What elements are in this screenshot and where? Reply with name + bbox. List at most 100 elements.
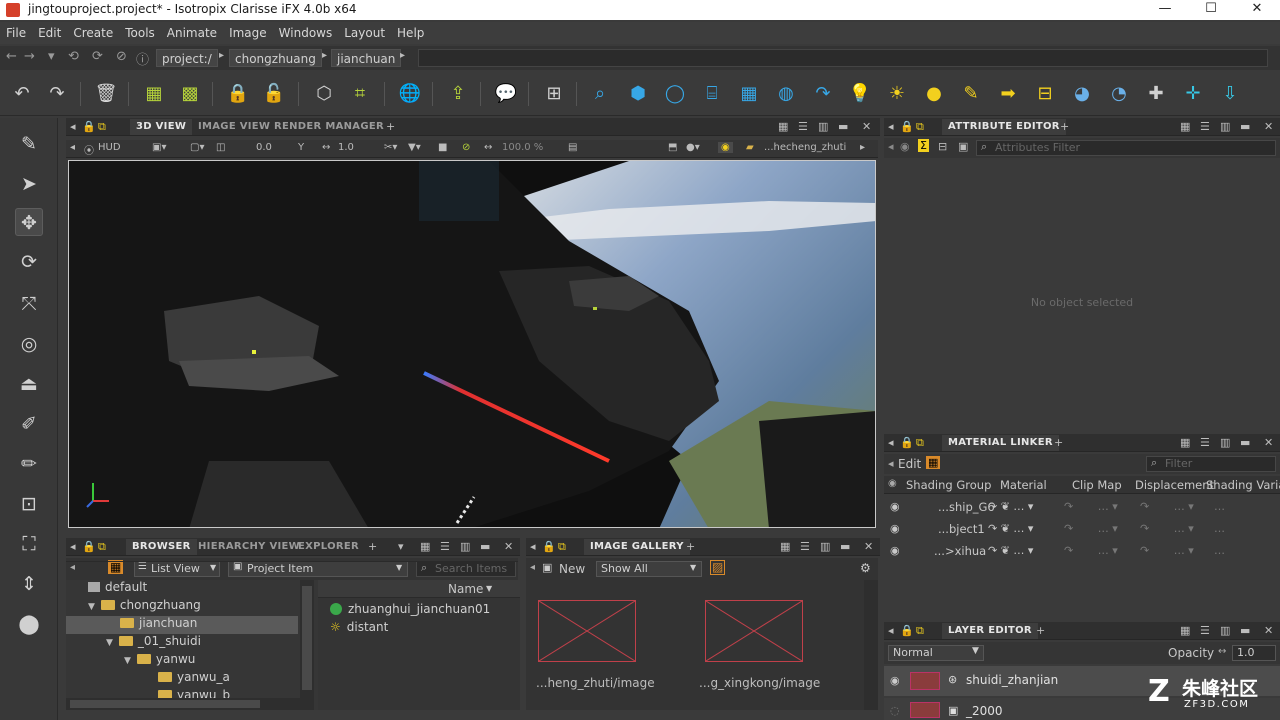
environment-light-icon[interactable]: ◕: [1070, 82, 1094, 106]
gallery-image-icon[interactable]: ▨: [710, 560, 726, 575]
render-dot-icon[interactable]: ●▾: [686, 142, 700, 153]
tree-node[interactable]: ▼ yanwu: [124, 652, 195, 670]
panel-menu-icon[interactable]: ◂: [888, 120, 894, 133]
light-bulb-icon[interactable]: 💡: [848, 82, 872, 106]
tree-node[interactable]: yanwu_a: [158, 670, 230, 688]
camera-view-icon[interactable]: ⬤: [15, 610, 43, 638]
layout-cols-icon[interactable]: ▥: [1220, 436, 1230, 449]
close-panel-icon[interactable]: ✕: [504, 540, 513, 553]
close-panel-icon[interactable]: ✕: [864, 540, 873, 553]
column-clip-map[interactable]: Clip Map: [1072, 478, 1122, 492]
picker-icon[interactable]: ✎: [15, 130, 43, 158]
tab-hierarchy-view[interactable]: HIERARCHY VIEW: [198, 541, 300, 552]
blend-mode-select[interactable]: Normal: [888, 645, 984, 661]
displacement-assign-icon[interactable]: ↷ … ▾: [1140, 522, 1194, 535]
eye-icon[interactable]: ◉: [890, 674, 900, 687]
panel-menu-icon[interactable]: ◂: [530, 540, 536, 553]
spot-light-icon[interactable]: ✎: [959, 82, 983, 106]
panel-lock-icon[interactable]: 🔒: [900, 120, 914, 133]
add-tab-icon[interactable]: +: [686, 540, 695, 553]
expand-arrow-icon[interactable]: ▼: [88, 602, 95, 612]
gallery-settings-icon[interactable]: ⚙: [860, 561, 871, 575]
panel-link-icon[interactable]: ⧉: [916, 436, 924, 450]
layer-name[interactable]: shuidi_zhanjian: [966, 673, 1058, 687]
displacement-assign-icon[interactable]: ↷ … ▾: [1140, 544, 1194, 557]
zoom-field[interactable]: 100.0 %: [502, 142, 543, 153]
folder-icon[interactable]: ▰: [746, 142, 754, 153]
tab-explorer[interactable]: EXPLORER: [298, 541, 359, 552]
paint-icon[interactable]: ✐: [15, 410, 43, 438]
camera-selector-icon[interactable]: ⬒: [668, 142, 677, 153]
curve-icon[interactable]: ↷: [811, 82, 835, 106]
camera-rig-icon[interactable]: ✚: [1144, 82, 1168, 106]
tab-render-manager[interactable]: RENDER MANAGER: [274, 121, 384, 132]
forward-icon[interactable]: →: [24, 49, 35, 64]
eye-icon[interactable]: ◌: [890, 704, 900, 717]
universal-manipulator-icon[interactable]: ◎: [15, 330, 43, 358]
add-locator-icon[interactable]: ✛: [1181, 82, 1205, 106]
panel-link-icon[interactable]: ⧉: [98, 540, 106, 554]
menu-image[interactable]: Image: [229, 26, 267, 40]
clip-map-assign-icon[interactable]: ↷ … ▾: [1064, 544, 1118, 557]
panel-link-icon[interactable]: ⧉: [916, 624, 924, 638]
close-panel-icon[interactable]: ✕: [1264, 120, 1273, 133]
brush-icon[interactable]: ✏: [15, 450, 43, 478]
tree-scrollbar-thumb[interactable]: [302, 586, 312, 690]
variable-assign-icon[interactable]: …: [1214, 544, 1225, 557]
name-column-header[interactable]: Name: [448, 582, 483, 596]
new-image-button[interactable]: New: [559, 562, 585, 576]
viewport-menu-icon[interactable]: ◂: [70, 142, 75, 153]
panel-link-icon[interactable]: ⧉: [558, 540, 566, 554]
panel-menu-icon[interactable]: ◂: [70, 120, 76, 133]
edit-menu-icon[interactable]: ◂: [888, 457, 894, 470]
add-tab-icon[interactable]: +: [1054, 436, 1063, 449]
opacity-field[interactable]: 1.0: [1232, 645, 1276, 661]
material-assign-icon[interactable]: ↷ ❦ … ▾: [988, 544, 1033, 557]
panel-link-icon[interactable]: ⧉: [98, 120, 106, 134]
gamma-icon[interactable]: Y: [298, 142, 304, 153]
panel-lock-icon[interactable]: 🔒: [82, 120, 96, 133]
geosphere-icon[interactable]: ◍: [774, 82, 798, 106]
close-button[interactable]: ✕: [1234, 0, 1280, 20]
browser-back-icon[interactable]: ◂: [70, 562, 75, 573]
column-shading-variable[interactable]: Shading Variab: [1206, 478, 1280, 492]
close-panel-icon[interactable]: ✕: [1264, 624, 1273, 637]
cylinder-primitive-icon[interactable]: ⌸: [700, 82, 724, 106]
hud-toggle-icon[interactable]: ⦿: [84, 142, 94, 157]
history-back-icon[interactable]: ◂: [888, 140, 894, 153]
add-tab-icon[interactable]: +: [1036, 624, 1045, 637]
camera-path-arrow-icon[interactable]: ▸: [860, 142, 865, 153]
filter-icon[interactable]: ▼▾: [408, 142, 421, 153]
cube-icon[interactable]: ⬡: [312, 82, 336, 106]
displacement-assign-icon[interactable]: ↷ … ▾: [1140, 500, 1194, 513]
maximize-button[interactable]: ☐: [1188, 0, 1234, 20]
clip-map-assign-icon[interactable]: ↷ … ▾: [1064, 500, 1118, 513]
browser-mode-icon[interactable]: ▦: [108, 560, 124, 574]
panel-lock-icon[interactable]: 🔒: [542, 540, 556, 553]
place-icon[interactable]: ⏏: [15, 370, 43, 398]
eye-icon[interactable]: ◉: [890, 522, 900, 535]
back-icon[interactable]: ←: [6, 49, 17, 64]
crumb-separator-icon[interactable]: ▸: [219, 50, 224, 61]
redo-icon[interactable]: ↷: [45, 82, 69, 106]
value1-icon[interactable]: ◫: [216, 142, 225, 153]
menu-tools[interactable]: Tools: [125, 26, 155, 40]
material-row[interactable]: ◉ ...ship_G6 ↷ ❦ … ▾ ↷ … ▾ ↷ … ▾ …: [884, 496, 1280, 518]
folder-up-icon[interactable]: ⇪: [446, 82, 470, 106]
lock-icon[interactable]: 🔒: [226, 82, 250, 106]
value2-icon[interactable]: ↔: [322, 142, 330, 153]
menu-create[interactable]: Create: [73, 26, 113, 40]
maximize-panel-icon[interactable]: ▬: [480, 540, 490, 553]
gallery-menu-icon[interactable]: ◂: [530, 562, 535, 573]
image-thumbnail[interactable]: [538, 600, 636, 662]
image-gallery-title[interactable]: IMAGE GALLERY: [584, 539, 690, 555]
tab-3d-view[interactable]: 3D VIEW: [130, 119, 193, 135]
panel-lock-icon[interactable]: 🔒: [900, 624, 914, 637]
maximize-panel-icon[interactable]: ▬: [838, 120, 848, 133]
select-arrow-icon[interactable]: ➤: [15, 170, 43, 198]
layer-editor-title[interactable]: LAYER EDITOR: [942, 623, 1038, 639]
tree-node[interactable]: ▼ _01_shuidi: [106, 634, 201, 652]
sphere-light-icon[interactable]: ●: [922, 82, 946, 106]
scale-icon[interactable]: ⤧: [15, 290, 43, 318]
value2-field[interactable]: 1.0: [338, 142, 354, 153]
